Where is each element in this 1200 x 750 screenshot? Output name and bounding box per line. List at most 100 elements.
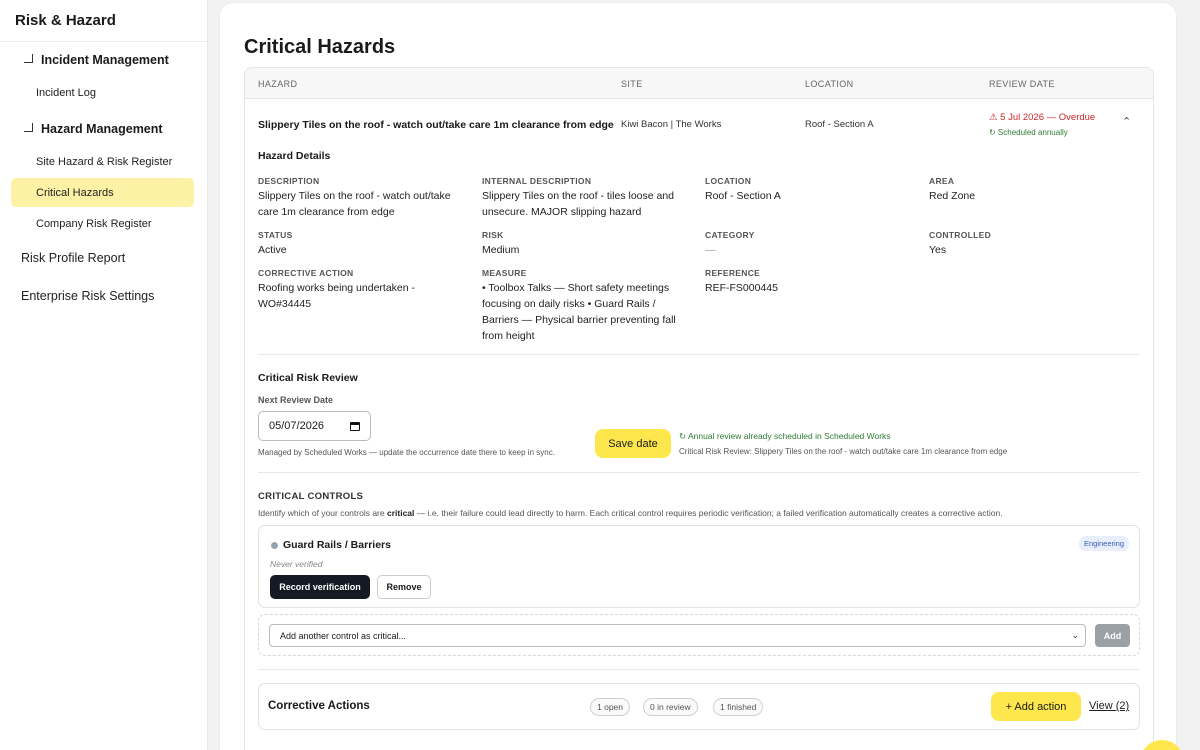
field-value: Active <box>258 244 287 256</box>
field-label: RISK <box>482 230 504 240</box>
chevron-down-icon: ⌄ <box>1071 630 1079 640</box>
column-header-location: LOCATION <box>805 79 854 89</box>
field-status: STATUS Active <box>258 230 468 258</box>
field-label: INTERNAL DESCRIPTION <box>482 176 592 186</box>
column-header-site: SITE <box>621 79 643 89</box>
sidebar-section-incident-management[interactable]: Incident Management <box>0 43 207 77</box>
sidebar-section-label: Incident Management <box>41 53 169 67</box>
divider <box>258 472 1140 473</box>
chevron-up-icon[interactable]: ⌃ <box>1122 115 1131 128</box>
column-header-review-date: REVIEW DATE <box>989 79 1055 89</box>
field-internal-description: INTERNAL DESCRIPTION Slippery Tiles on t… <box>482 176 692 220</box>
control-name: Guard Rails / Barriers <box>283 539 391 551</box>
field-corrective-action: CORRECTIVE ACTION Roofing works being un… <box>258 268 448 312</box>
hazard-name: Slippery Tiles on the roof - watch out/t… <box>258 119 614 131</box>
field-value: Roofing works being undertaken - WO#3444… <box>258 282 416 310</box>
field-value: Yes <box>929 244 947 256</box>
field-measure: MEASURE • Toolbox Talks — Short safety m… <box>482 268 687 344</box>
field-area: AREA Red Zone <box>929 176 1139 204</box>
field-value: • Toolbox Talks — Short safety meetings … <box>482 282 676 342</box>
hazard-site: Kiwi Bacon | The Works <box>621 119 722 130</box>
critical-controls-title: CRITICAL CONTROLS <box>258 491 364 502</box>
add-control-select[interactable]: Add another control as critical... ⌄ <box>269 624 1086 647</box>
hazard-location: Roof - Section A <box>805 119 874 130</box>
sidebar-item-risk-profile-report[interactable]: Risk Profile Report <box>0 239 207 277</box>
field-category: CATEGORY — <box>705 230 915 258</box>
annual-review-note: ↻ Annual review already scheduled in Sch… <box>679 431 891 441</box>
calendar-icon[interactable] <box>350 421 360 431</box>
divider <box>258 669 1140 670</box>
remove-button[interactable]: Remove <box>377 575 431 599</box>
divider <box>258 354 1140 355</box>
sidebar-item-incident-log[interactable]: Incident Log <box>0 77 207 108</box>
in-review-count-pill: 0 in review <box>643 698 698 716</box>
status-dot <box>271 542 278 549</box>
next-review-date-label: Next Review Date <box>258 395 334 405</box>
field-label: DESCRIPTION <box>258 176 320 186</box>
open-count-pill: 1 open <box>590 698 630 716</box>
main-card: Critical Hazards HAZARD SITE LOCATION RE… <box>219 2 1177 750</box>
desc-bold: critical <box>386 508 415 518</box>
sidebar-section-hazard-management[interactable]: Hazard Management <box>0 112 207 146</box>
corrective-actions-card: Corrective Actions 1 open 0 in review 1 … <box>258 683 1140 730</box>
field-description: DESCRIPTION Slippery Tiles on the roof -… <box>258 176 468 220</box>
field-label: CATEGORY <box>705 230 755 240</box>
field-label: CORRECTIVE ACTION <box>258 268 354 278</box>
schedule-note: ↻ Scheduled annually <box>989 128 1068 137</box>
field-label: MEASURE <box>482 268 527 278</box>
field-label: STATUS <box>258 230 293 240</box>
field-location: LOCATION Roof - Section A <box>705 176 915 204</box>
table-row[interactable]: Slippery Tiles on the roof - watch out/t… <box>245 99 1153 151</box>
desc-text: Identify which of your controls are <box>258 508 387 518</box>
desc-text: — i.e. their failure could lead directly… <box>414 508 1003 518</box>
field-value: — <box>705 244 716 256</box>
field-risk: RISK Medium <box>482 230 692 258</box>
field-controlled: CONTROLLED Yes <box>929 230 1139 258</box>
sidebar-item-site-hazard-register[interactable]: Site Hazard & Risk Register <box>0 146 207 177</box>
field-label: REFERENCE <box>705 268 761 278</box>
sidebar-item-critical-hazards[interactable]: Critical Hazards <box>11 178 194 207</box>
corner-icon <box>24 54 33 63</box>
review-date-overdue: ⚠ 5 Jul 2026 — Overdue <box>989 112 1096 123</box>
sidebar-item-enterprise-risk-settings[interactable]: Enterprise Risk Settings <box>0 277 207 315</box>
field-label: CONTROLLED <box>929 230 992 240</box>
hazards-table: HAZARD SITE LOCATION REVIEW DATE Slipper… <box>244 67 1154 750</box>
field-value: Roof - Section A <box>705 190 781 202</box>
control-card: Guard Rails / Barriers Engineering Never… <box>258 525 1140 608</box>
critical-controls-description: Identify which of your controls are crit… <box>258 508 1003 518</box>
managed-note: Managed by Scheduled Works — update the … <box>258 448 555 457</box>
field-value: Slippery Tiles on the roof - tiles loose… <box>482 190 675 218</box>
field-value: Red Zone <box>929 190 976 202</box>
date-value: 05/07/2026 <box>269 420 325 432</box>
add-control-button[interactable]: Add <box>1095 624 1130 647</box>
sidebar-item-company-risk-register[interactable]: Company Risk Register <box>0 208 207 239</box>
verification-status: Never verified <box>270 559 323 569</box>
save-date-button[interactable]: Save date <box>595 429 671 458</box>
field-value: Slippery Tiles on the roof - watch out/t… <box>258 190 451 218</box>
corner-icon <box>24 123 33 132</box>
critical-risk-review-title: Critical Risk Review <box>258 372 358 384</box>
add-action-button[interactable]: + Add action <box>991 692 1081 721</box>
hazard-details: Hazard Details DESCRIPTION Slippery Tile… <box>258 150 1140 342</box>
field-value: Medium <box>482 244 520 256</box>
table-header: HAZARD SITE LOCATION REVIEW DATE <box>245 68 1153 99</box>
finished-count-pill: 1 finished <box>713 698 764 716</box>
next-review-date-input[interactable]: 05/07/2026 <box>258 411 371 441</box>
field-reference: REFERENCE REF-FS000445 <box>705 268 915 296</box>
select-placeholder: Add another control as critical... <box>280 631 407 641</box>
review-schedule-line: Critical Risk Review: Slippery Tiles on … <box>679 447 1008 456</box>
add-control-row: Add another control as critical... ⌄ Add <box>258 614 1140 656</box>
column-header-hazard: HAZARD <box>258 79 298 89</box>
sidebar-section-label: Hazard Management <box>41 122 163 136</box>
view-actions-link[interactable]: View (2) <box>1089 700 1129 712</box>
field-label: LOCATION <box>705 176 752 186</box>
sidebar: Risk & Hazard Incident Management Incide… <box>0 0 208 750</box>
details-title: Hazard Details <box>258 150 331 162</box>
field-label: AREA <box>929 176 955 186</box>
field-value: REF-FS000445 <box>705 282 778 294</box>
record-verification-button[interactable]: Record verification <box>270 575 370 599</box>
sidebar-title: Risk & Hazard <box>0 0 207 42</box>
page-title: Critical Hazards <box>244 36 396 58</box>
corrective-actions-title: Corrective Actions <box>268 700 370 712</box>
control-type-badge: Engineering <box>1078 536 1129 551</box>
